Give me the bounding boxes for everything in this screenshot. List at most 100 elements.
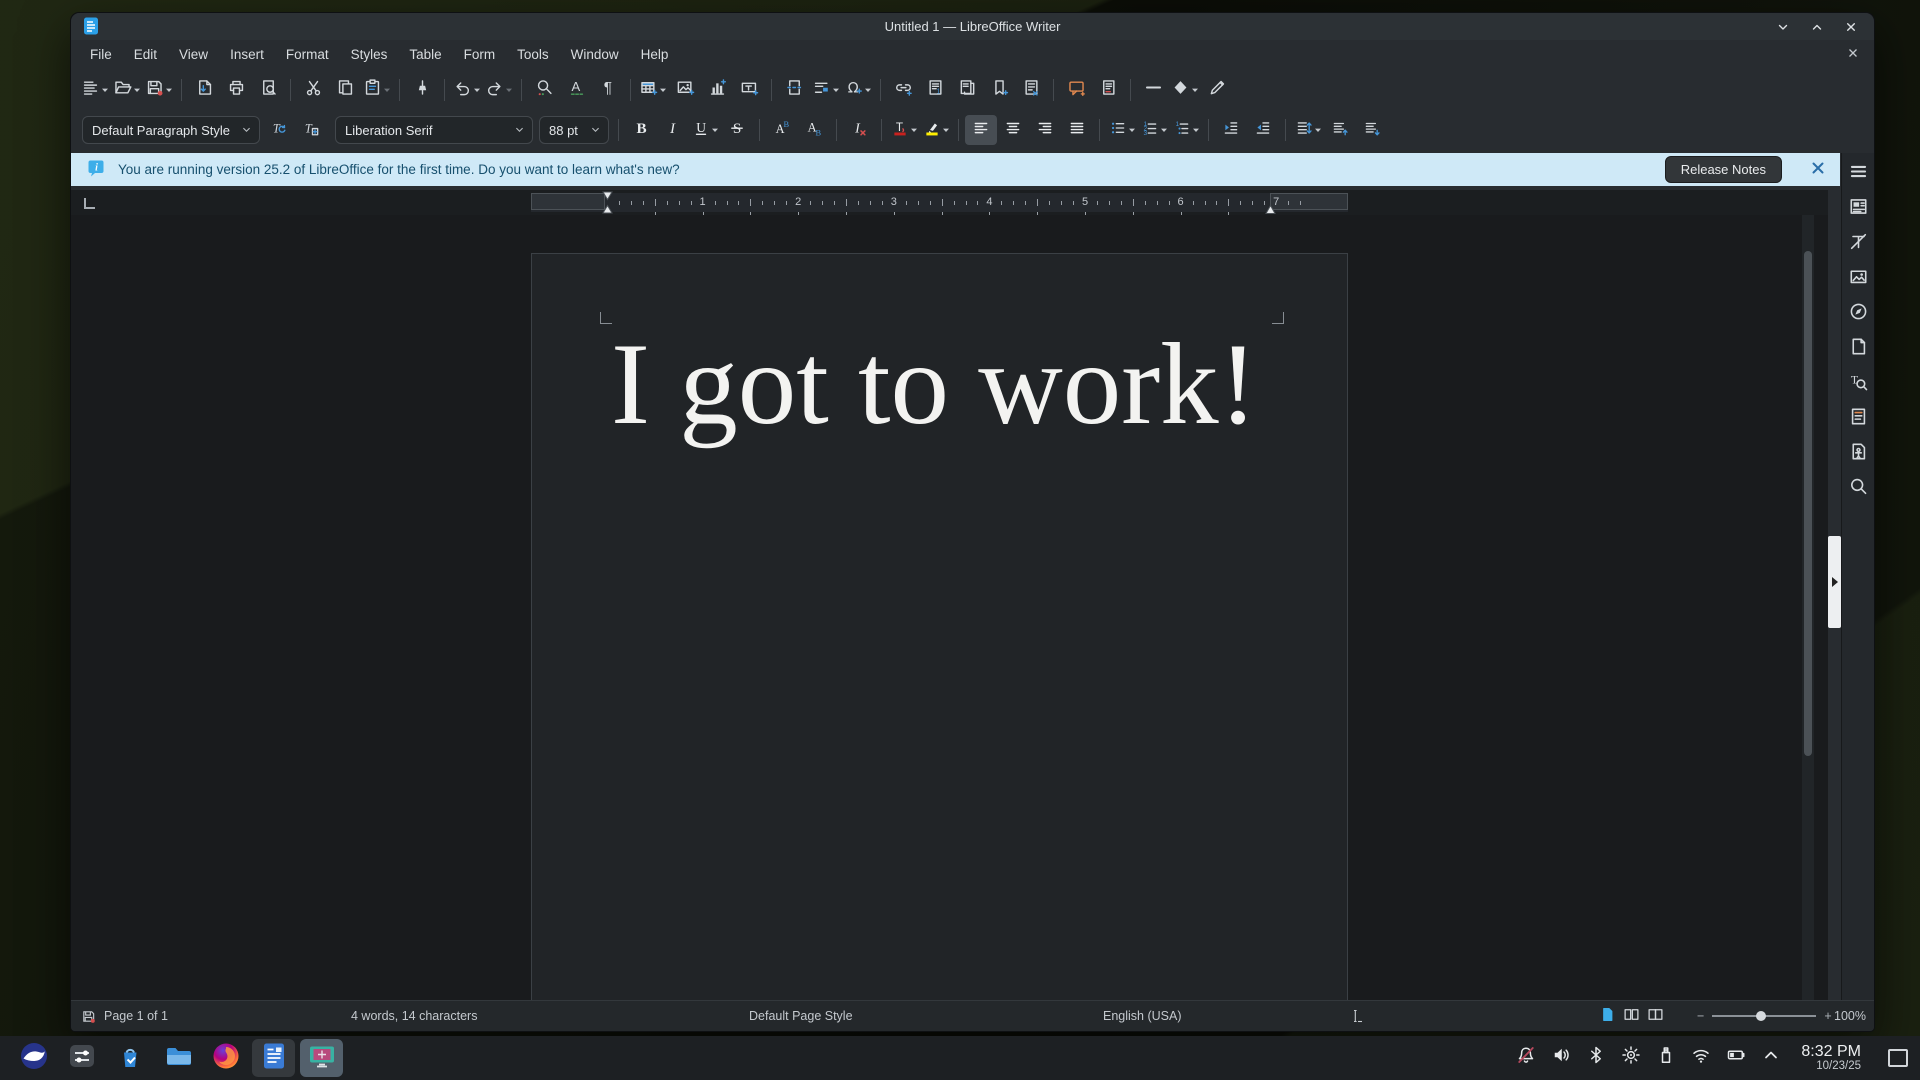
zoom-in-icon[interactable]: + xyxy=(1824,1009,1831,1023)
sidebar-tab-styles[interactable] xyxy=(1845,232,1871,256)
copy-button[interactable] xyxy=(329,75,361,105)
tray-brightness[interactable] xyxy=(1620,1047,1642,1069)
dropdown-arrow-icon[interactable] xyxy=(1314,121,1322,139)
sidebar-tab-gallery[interactable] xyxy=(1845,267,1871,291)
dropdown-arrow-icon[interactable] xyxy=(383,81,391,99)
unordered-list-button[interactable] xyxy=(1106,115,1138,145)
tray-bluetooth[interactable] xyxy=(1585,1047,1607,1069)
sidebar-toggle-handle[interactable] xyxy=(1828,536,1841,628)
dropdown-arrow-icon[interactable] xyxy=(133,81,141,99)
zoom-slider[interactable]: − + xyxy=(1697,1001,1832,1031)
taskbar-system-settings[interactable] xyxy=(60,1039,103,1077)
clone-formatting-button[interactable] xyxy=(406,75,438,105)
menu-help[interactable]: Help xyxy=(630,43,680,66)
page-count[interactable]: Page 1 of 1 xyxy=(104,1001,168,1031)
menu-insert[interactable]: Insert xyxy=(219,43,275,66)
document-close-icon[interactable] xyxy=(1846,46,1860,63)
decrease-indent-button[interactable] xyxy=(1247,115,1279,145)
decrease-paragraph-spacing-button[interactable] xyxy=(1356,115,1388,145)
increase-paragraph-spacing-button[interactable] xyxy=(1324,115,1356,145)
sidebar-tab-navigator[interactable] xyxy=(1845,302,1871,326)
document-text[interactable]: I got to work! xyxy=(611,316,1258,454)
clock[interactable]: 8:32 PM 10/23/25 xyxy=(1801,1043,1861,1073)
superscript-button[interactable]: AB xyxy=(766,115,798,145)
font-name-combo[interactable]: Liberation Serif xyxy=(335,116,533,144)
subscript-button[interactable]: AB xyxy=(798,115,830,145)
close-button[interactable] xyxy=(1842,18,1860,36)
clear-formatting-button[interactable]: I xyxy=(843,115,875,145)
dropdown-arrow-icon[interactable] xyxy=(101,81,109,99)
export-pdf-button[interactable] xyxy=(188,75,220,105)
menu-edit[interactable]: Edit xyxy=(123,43,168,66)
tray-wifi[interactable] xyxy=(1690,1047,1712,1069)
menu-file[interactable]: File xyxy=(79,43,123,66)
strikethrough-button[interactable]: S xyxy=(721,115,753,145)
redo-button[interactable] xyxy=(483,75,515,105)
cut-button[interactable] xyxy=(297,75,329,105)
dropdown-arrow-icon[interactable] xyxy=(473,81,481,99)
view-multi-page-button[interactable] xyxy=(1623,1006,1640,1026)
insert-special-character-button[interactable]: Ω xyxy=(842,75,874,105)
minimize-button[interactable] xyxy=(1774,18,1792,36)
new-style-button[interactable]: T xyxy=(295,115,327,145)
sidebar-tab-properties[interactable] xyxy=(1845,197,1871,221)
track-changes-button[interactable] xyxy=(1092,75,1124,105)
underline-button[interactable]: U xyxy=(689,115,721,145)
menu-table[interactable]: Table xyxy=(398,43,452,66)
align-center-button[interactable] xyxy=(997,115,1029,145)
insert-footnote-button[interactable]: 1 xyxy=(919,75,951,105)
formatting-marks-button[interactable]: ¶ xyxy=(592,75,624,105)
sidebar-tab-manage-changes[interactable] xyxy=(1845,407,1871,431)
menu-tools[interactable]: Tools xyxy=(506,43,560,66)
new-document-button[interactable] xyxy=(79,75,111,105)
align-justified-button[interactable] xyxy=(1061,115,1093,145)
tray-volume[interactable] xyxy=(1550,1047,1572,1069)
menu-window[interactable]: Window xyxy=(560,43,630,66)
sidebar-tab-style-inspector[interactable]: T xyxy=(1845,372,1871,396)
menu-styles[interactable]: Styles xyxy=(340,43,399,66)
view-book-button[interactable] xyxy=(1647,1006,1664,1026)
dropdown-arrow-icon[interactable] xyxy=(505,81,513,99)
zoom-slider-thumb[interactable] xyxy=(1756,1011,1766,1021)
scrollbar-thumb[interactable] xyxy=(1804,251,1812,756)
sidebar-tab-accessibility-check[interactable] xyxy=(1845,442,1871,466)
save-status-icon[interactable] xyxy=(81,1001,96,1031)
sidebar-tab-sidebar-settings[interactable] xyxy=(1845,162,1871,186)
update-style-button[interactable]: T xyxy=(263,115,295,145)
find-replace-button[interactable] xyxy=(528,75,560,105)
taskbar-app-menu[interactable] xyxy=(12,1039,55,1077)
dropdown-arrow-icon[interactable] xyxy=(942,121,950,139)
outline-list-button[interactable]: 1 xyxy=(1170,115,1202,145)
print-preview-button[interactable] xyxy=(252,75,284,105)
insert-bookmark-button[interactable] xyxy=(983,75,1015,105)
zoom-slider-track[interactable] xyxy=(1712,1015,1816,1017)
dropdown-arrow-icon[interactable] xyxy=(711,121,719,139)
increase-indent-button[interactable] xyxy=(1215,115,1247,145)
insert-page-break-button[interactable] xyxy=(778,75,810,105)
show-draw-functions-button[interactable] xyxy=(1201,75,1233,105)
dropdown-arrow-icon[interactable] xyxy=(659,81,667,99)
insert-comment-button[interactable] xyxy=(1060,75,1092,105)
word-count[interactable]: 4 words, 14 characters xyxy=(351,1001,477,1031)
dropdown-arrow-icon[interactable] xyxy=(864,81,872,99)
dropdown-arrow-icon[interactable] xyxy=(832,81,840,99)
zoom-out-icon[interactable]: − xyxy=(1697,1009,1704,1023)
tray-tray-expander[interactable] xyxy=(1760,1047,1782,1069)
bold-button[interactable]: B xyxy=(625,115,657,145)
taskbar-firefox[interactable] xyxy=(204,1039,247,1077)
insert-chart-button[interactable] xyxy=(701,75,733,105)
line-spacing-button[interactable] xyxy=(1292,115,1324,145)
align-right-button[interactable] xyxy=(1029,115,1061,145)
horizontal-ruler[interactable]: 1234567 xyxy=(531,193,1348,212)
zoom-level[interactable]: 100% xyxy=(1834,1001,1866,1031)
view-single-page-button[interactable] xyxy=(1599,1006,1616,1026)
taskbar-file-manager[interactable] xyxy=(156,1039,199,1077)
font-color-button[interactable]: T xyxy=(888,115,920,145)
dropdown-arrow-icon[interactable] xyxy=(165,81,173,99)
show-desktop-button[interactable] xyxy=(1888,1049,1908,1067)
text-language[interactable]: English (USA) xyxy=(1103,1001,1182,1031)
infobar-close-icon[interactable] xyxy=(1810,160,1826,179)
spelling-button[interactable]: A xyxy=(560,75,592,105)
italic-button[interactable]: I xyxy=(657,115,689,145)
taskbar-libreoffice-writer[interactable] xyxy=(252,1039,295,1077)
